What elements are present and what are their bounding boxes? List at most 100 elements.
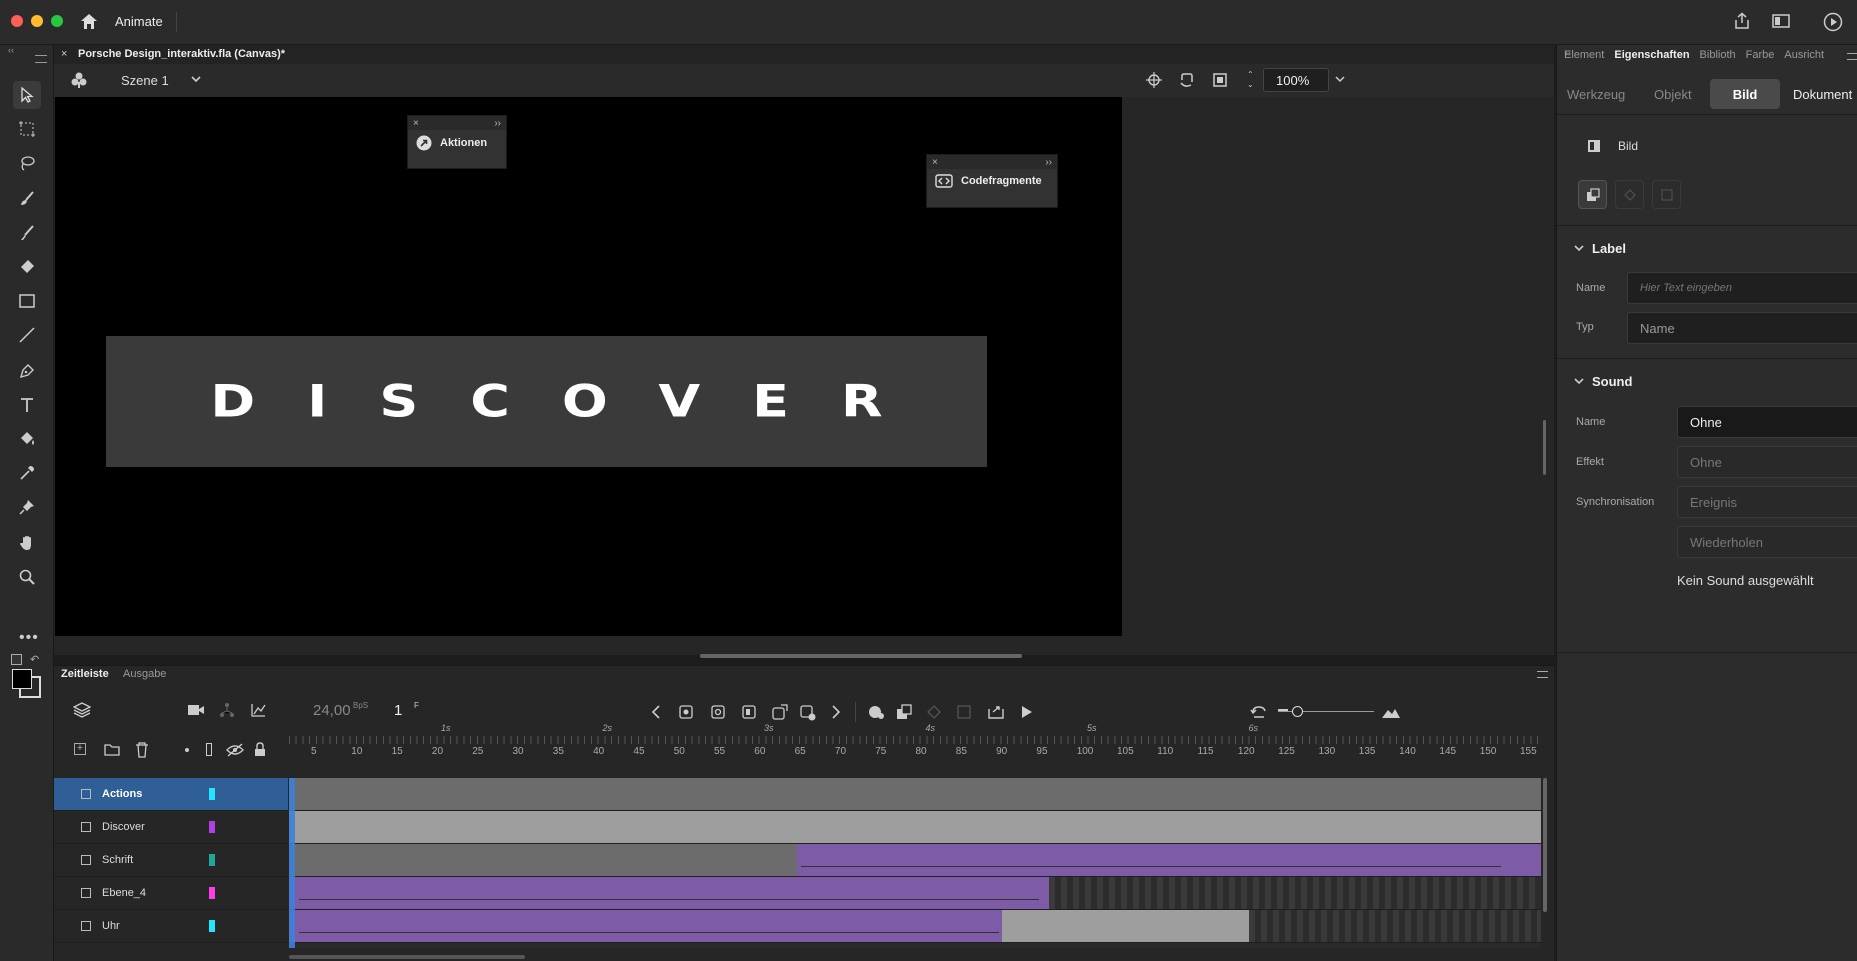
tab-color[interactable]: Farbe: [1746, 49, 1775, 61]
sound-effect-dropdown[interactable]: Ohne: [1677, 446, 1857, 478]
tab-timeline[interactable]: Zeitleiste: [61, 668, 109, 680]
rectangle-tool-icon[interactable]: [13, 287, 41, 315]
frames-row-schrift-static[interactable]: [289, 844, 797, 877]
play-icon[interactable]: [1020, 704, 1034, 720]
frames-row-uhr-tween[interactable]: [289, 910, 1002, 943]
delete-layer-icon[interactable]: [135, 742, 149, 758]
label-type-dropdown[interactable]: Name: [1627, 312, 1857, 344]
show-hide-layer-icon[interactable]: [226, 743, 244, 757]
frames-row-uhr-empty[interactable]: [1249, 910, 1541, 943]
layer-depth-icon[interactable]: [219, 702, 235, 718]
eraser-tool-icon[interactable]: [13, 253, 41, 281]
tab-element[interactable]: Element: [1564, 49, 1604, 61]
layer-name[interactable]: Uhr: [102, 920, 120, 932]
layer-color-swatch[interactable]: [209, 854, 215, 866]
frames-row-actions[interactable]: [289, 778, 1541, 811]
previous-frame-icon[interactable]: [651, 705, 661, 719]
timeline-menu-icon[interactable]: [1537, 671, 1548, 678]
frames-row-schrift-tween[interactable]: [797, 844, 1541, 877]
swap-colors-icon[interactable]: [11, 654, 22, 665]
selection-tool-icon[interactable]: [13, 81, 41, 109]
zoom-input[interactable]: 100%: [1263, 68, 1329, 92]
subtab-document[interactable]: Dokument: [1793, 87, 1852, 102]
stage-horizontal-scrollbar[interactable]: [700, 654, 1022, 658]
graph-icon[interactable]: [250, 702, 266, 718]
stroke-color-swatch[interactable]: [12, 669, 32, 689]
layer-color-swatch[interactable]: [209, 887, 215, 899]
new-folder-icon[interactable]: [104, 743, 120, 756]
outline-layer-icon[interactable]: [206, 743, 212, 756]
layers-icon[interactable]: [73, 702, 91, 718]
layer-row[interactable]: Discover: [54, 811, 288, 844]
layer-row[interactable]: Actions: [54, 778, 288, 811]
expand-panel-icon[interactable]: ››: [1045, 157, 1052, 168]
maximize-window-button[interactable]: [51, 15, 63, 27]
camera-icon[interactable]: [187, 704, 205, 716]
shape-tween-icon[interactable]: [926, 704, 942, 720]
center-stage-icon[interactable]: [1146, 72, 1162, 88]
home-icon[interactable]: [80, 13, 98, 30]
paint-bucket-tool-icon[interactable]: [13, 425, 41, 453]
timeline-vertical-scrollbar[interactable]: [1543, 778, 1547, 912]
timeline-ruler[interactable]: 1s 2s 3s 4s 5s 6s 5 10 15 20 25 30 35 40 45 50 55 60 65 70…: [289, 722, 1541, 758]
stage-vertical-scrollbar[interactable]: [1543, 420, 1546, 475]
next-frame-icon[interactable]: [831, 705, 841, 719]
line-tool-icon[interactable]: [13, 321, 41, 349]
brush-tool-icon[interactable]: [13, 185, 41, 213]
onion-skin-icon[interactable]: [772, 704, 788, 720]
layer-name[interactable]: Discover: [102, 821, 145, 833]
highlight-layer-icon[interactable]: [185, 748, 189, 752]
classic-tween-icon[interactable]: [896, 704, 912, 720]
zoom-dropdown-icon[interactable]: [1335, 75, 1345, 83]
layer-name[interactable]: Ebene_4: [102, 887, 146, 899]
share-icon[interactable]: [1733, 12, 1751, 30]
frame-rate[interactable]: 24,00: [313, 702, 351, 719]
label-name-input[interactable]: [1627, 272, 1857, 304]
frames-row-ebene4-tween[interactable]: [289, 877, 1049, 910]
frames-row-ebene4-empty[interactable]: [1049, 877, 1541, 910]
subtab-frame[interactable]: Bild: [1710, 79, 1780, 109]
tab-align[interactable]: Ausricht: [1784, 49, 1824, 61]
frames-row-discover[interactable]: [289, 811, 1541, 844]
zoom-max-icon[interactable]: [1381, 705, 1401, 719]
frames-row-uhr-static[interactable]: [1002, 910, 1249, 943]
paint-brush-tool-icon[interactable]: [13, 219, 41, 247]
layer-row[interactable]: Ebene_4: [54, 877, 288, 910]
motion-tween-button[interactable]: [1652, 180, 1681, 209]
chevron-down-icon[interactable]: [1574, 244, 1584, 252]
text-tool-icon[interactable]: [13, 391, 41, 419]
new-layer-icon[interactable]: +: [74, 743, 86, 755]
layer-name[interactable]: Schrift: [102, 854, 133, 866]
expand-panel-icon[interactable]: ››: [494, 118, 501, 129]
classic-tween-button[interactable]: [1578, 180, 1607, 209]
minimize-window-button[interactable]: [31, 15, 43, 27]
tab-properties[interactable]: Eigenschaften: [1614, 49, 1689, 61]
hand-tool-icon[interactable]: [13, 529, 41, 557]
sound-sync-dropdown[interactable]: Ereignis: [1677, 486, 1857, 518]
scene-dropdown-icon[interactable]: [190, 74, 202, 84]
reset-colors-icon[interactable]: ↶: [30, 653, 39, 666]
motion-path-icon[interactable]: [956, 704, 972, 720]
eyedropper-tool-icon[interactable]: [13, 459, 41, 487]
actions-panel[interactable]: × ›› Aktionen: [407, 115, 507, 169]
close-panel-icon[interactable]: ×: [932, 157, 938, 168]
code-snippets-panel[interactable]: × ›› Codefragmente: [926, 154, 1058, 208]
clip-content-icon[interactable]: [1212, 72, 1228, 88]
panel-menu-icon[interactable]: [1847, 53, 1857, 60]
tab-output[interactable]: Ausgabe: [123, 668, 166, 680]
tab-library[interactable]: Biblioth: [1700, 49, 1736, 61]
layer-color-swatch[interactable]: [209, 920, 215, 932]
scene-icon[interactable]: [70, 71, 88, 89]
subtab-tool[interactable]: Werkzeug: [1567, 87, 1625, 102]
chevron-down-icon[interactable]: [1574, 377, 1584, 385]
toolbar-menu-icon[interactable]: [35, 55, 47, 63]
frames-area[interactable]: [289, 778, 1541, 948]
remove-frame-icon[interactable]: [800, 705, 816, 721]
sound-name-dropdown[interactable]: Ohne: [1677, 406, 1857, 438]
document-tab[interactable]: Porsche Design_interaktiv.fla (Canvas)*: [78, 48, 285, 60]
workspace-icon[interactable]: [1772, 13, 1790, 29]
more-tools-icon[interactable]: •••: [19, 629, 39, 647]
test-movie-icon[interactable]: [1823, 12, 1843, 32]
layer-row[interactable]: Schrift: [54, 844, 288, 877]
zoom-stepper-icon[interactable]: ⌃ ⌄: [1247, 70, 1254, 90]
